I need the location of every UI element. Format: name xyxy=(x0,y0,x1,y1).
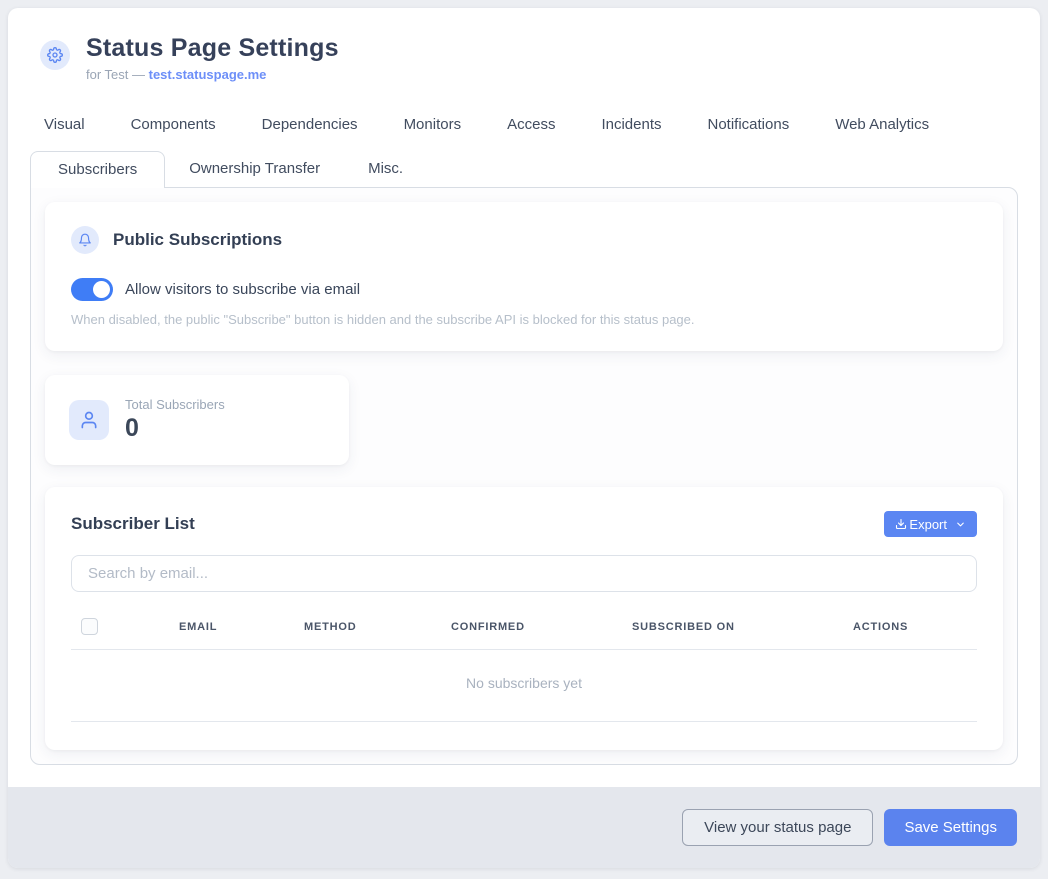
allow-subscribe-toggle[interactable] xyxy=(71,278,113,301)
export-button-label: Export xyxy=(909,517,947,532)
page-subtitle: for Test — test.statuspage.me xyxy=(86,67,339,82)
settings-tabs: Visual Components Dependencies Monitors … xyxy=(8,106,1040,187)
tab-components[interactable]: Components xyxy=(119,112,228,137)
page-title: Status Page Settings xyxy=(86,34,339,63)
tab-dependencies[interactable]: Dependencies xyxy=(250,112,370,137)
subscribe-toggle-row: Allow visitors to subscribe via email xyxy=(71,278,977,301)
chevron-down-icon xyxy=(955,519,966,530)
subscribers-tab-panel: Public Subscriptions Allow visitors to s… xyxy=(30,187,1018,765)
tab-subscribers[interactable]: Subscribers xyxy=(30,151,165,188)
page-header: Status Page Settings for Test — test.sta… xyxy=(8,8,1040,82)
toggle-helper-text: When disabled, the public "Subscribe" bu… xyxy=(71,312,977,327)
tab-ownership-transfer[interactable]: Ownership Transfer xyxy=(165,151,344,187)
column-header-confirmed: CONFIRMED xyxy=(451,621,632,633)
subscriber-table: EMAIL METHOD CONFIRMED SUBSCRIBED ON ACT… xyxy=(71,612,977,750)
export-button[interactable]: Export xyxy=(884,511,977,537)
toggle-label: Allow visitors to subscribe via email xyxy=(125,281,360,298)
column-header-method: METHOD xyxy=(304,621,451,633)
empty-state-row: No subscribers yet xyxy=(71,650,977,722)
column-header-actions: ACTIONS xyxy=(853,621,977,633)
tabs-row-1: Visual Components Dependencies Monitors … xyxy=(8,106,1040,151)
bell-icon xyxy=(71,226,99,254)
view-status-page-button[interactable]: View your status page xyxy=(682,809,873,846)
total-subscribers-card: Total Subscribers 0 xyxy=(45,375,349,465)
tab-notifications[interactable]: Notifications xyxy=(696,112,802,137)
tabs-row-2: Subscribers Ownership Transfer Misc. xyxy=(8,151,1040,187)
public-subscriptions-header: Public Subscriptions xyxy=(71,226,977,254)
save-settings-button[interactable]: Save Settings xyxy=(884,809,1017,846)
table-header-row: EMAIL METHOD CONFIRMED SUBSCRIBED ON ACT… xyxy=(71,612,977,650)
subtitle-prefix: for Test — xyxy=(86,67,149,82)
footer-action-bar: View your status page Save Settings xyxy=(8,787,1040,868)
select-all-checkbox[interactable] xyxy=(81,618,98,635)
empty-state-message: No subscribers yet xyxy=(466,675,582,691)
tab-misc[interactable]: Misc. xyxy=(344,151,427,187)
toggle-knob xyxy=(93,281,110,298)
status-page-link[interactable]: test.statuspage.me xyxy=(149,67,267,82)
column-header-subscribed-on: SUBSCRIBED ON xyxy=(632,621,853,633)
tab-incidents[interactable]: Incidents xyxy=(589,112,673,137)
search-input[interactable] xyxy=(71,555,977,592)
stat-label: Total Subscribers xyxy=(125,397,225,412)
user-icon xyxy=(69,400,109,440)
subscriber-list-title: Subscriber List xyxy=(71,514,195,534)
stat-text-block: Total Subscribers 0 xyxy=(125,397,225,443)
public-subscriptions-card: Public Subscriptions Allow visitors to s… xyxy=(45,202,1003,351)
gear-icon xyxy=(40,40,70,70)
subscriber-list-card: Subscriber List Export xyxy=(45,487,1003,750)
header-text-block: Status Page Settings for Test — test.sta… xyxy=(86,34,339,82)
subscriber-list-header: Subscriber List Export xyxy=(71,511,977,537)
table-bottom-spacer xyxy=(71,722,977,750)
column-header-email: EMAIL xyxy=(179,621,304,633)
stat-value: 0 xyxy=(125,414,225,443)
tab-web-analytics[interactable]: Web Analytics xyxy=(823,112,941,137)
status-page-settings-card: Status Page Settings for Test — test.sta… xyxy=(8,8,1040,868)
tab-access[interactable]: Access xyxy=(495,112,567,137)
download-icon xyxy=(895,518,907,530)
tab-monitors[interactable]: Monitors xyxy=(392,112,474,137)
public-subscriptions-title: Public Subscriptions xyxy=(113,230,282,250)
tab-visual[interactable]: Visual xyxy=(32,112,97,137)
